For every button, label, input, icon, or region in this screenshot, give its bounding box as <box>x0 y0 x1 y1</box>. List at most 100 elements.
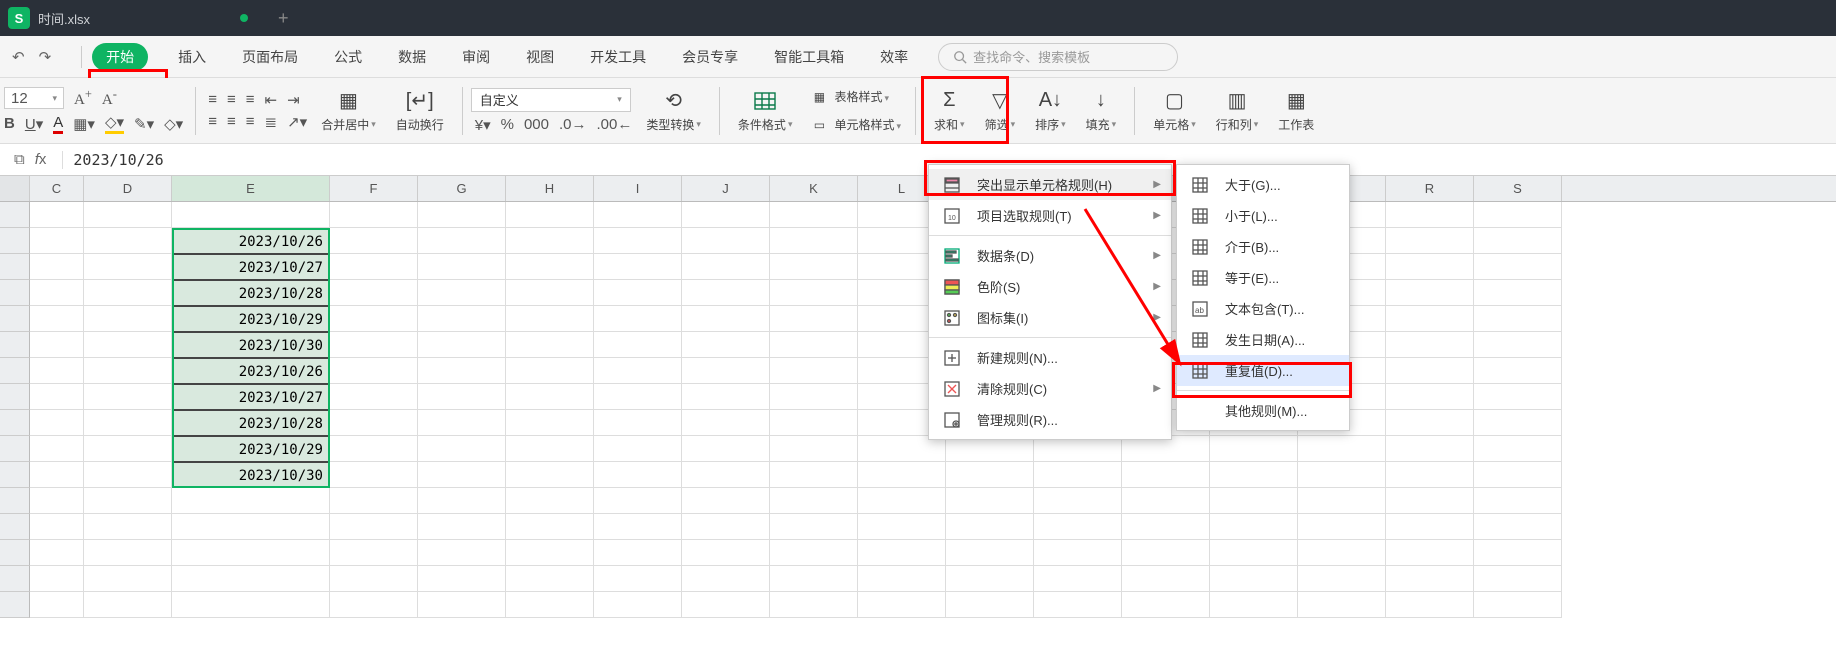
cell[interactable] <box>84 306 172 332</box>
cell[interactable] <box>506 488 594 514</box>
menu-tab-7[interactable]: 开发工具 <box>584 43 652 71</box>
row-header[interactable] <box>0 514 30 540</box>
column-header[interactable]: E <box>172 176 330 201</box>
cell[interactable] <box>1474 202 1562 228</box>
cell[interactable] <box>594 254 682 280</box>
row-header[interactable] <box>0 592 30 618</box>
column-header[interactable]: H <box>506 176 594 201</box>
row-header[interactable] <box>0 540 30 566</box>
menu-tab-1[interactable]: 插入 <box>172 43 212 71</box>
cell[interactable] <box>418 306 506 332</box>
cell[interactable] <box>1474 332 1562 358</box>
cell[interactable] <box>770 228 858 254</box>
insert-chart-icon[interactable]: ⧉ <box>14 151 25 168</box>
cell[interactable] <box>770 254 858 280</box>
cell[interactable] <box>1474 514 1562 540</box>
cell[interactable] <box>172 566 330 592</box>
row-header[interactable] <box>0 306 30 332</box>
cell[interactable] <box>594 436 682 462</box>
cell[interactable] <box>330 384 418 410</box>
cell[interactable] <box>330 358 418 384</box>
new-tab-button[interactable]: + <box>278 8 289 29</box>
cell[interactable] <box>418 436 506 462</box>
cell[interactable] <box>1386 566 1474 592</box>
column-header[interactable]: G <box>418 176 506 201</box>
table-style-button[interactable]: ▦表格样式 <box>808 84 901 110</box>
cell[interactable] <box>30 436 84 462</box>
cell[interactable]: 2023/10/29 <box>172 306 330 332</box>
cell[interactable] <box>1386 384 1474 410</box>
cell[interactable] <box>770 566 858 592</box>
cell[interactable] <box>506 514 594 540</box>
cell[interactable] <box>330 540 418 566</box>
cell[interactable] <box>418 566 506 592</box>
undo-button[interactable]: ↶ <box>12 48 25 66</box>
menu-tab-4[interactable]: 数据 <box>392 43 432 71</box>
percent-icon[interactable]: % <box>501 116 514 133</box>
cell[interactable] <box>682 436 770 462</box>
cell[interactable] <box>682 280 770 306</box>
cell[interactable] <box>858 592 946 618</box>
cell[interactable] <box>1386 254 1474 280</box>
cell[interactable] <box>506 358 594 384</box>
align-bottom-icon[interactable]: ≡ <box>246 91 255 108</box>
cell[interactable] <box>84 488 172 514</box>
align-left-icon[interactable]: ≡ <box>208 113 217 130</box>
row-header[interactable] <box>0 332 30 358</box>
cell[interactable] <box>770 306 858 332</box>
menu-tab-3[interactable]: 公式 <box>328 43 368 71</box>
cell[interactable] <box>506 280 594 306</box>
cell[interactable] <box>418 332 506 358</box>
cell[interactable] <box>1210 488 1298 514</box>
row-header[interactable] <box>0 384 30 410</box>
cell[interactable] <box>1386 280 1474 306</box>
cell[interactable] <box>770 592 858 618</box>
column-header[interactable]: R <box>1386 176 1474 201</box>
cell[interactable] <box>594 592 682 618</box>
worksheet-button[interactable]: ▦工作表 <box>1268 78 1324 143</box>
row-header[interactable] <box>0 280 30 306</box>
row-header[interactable] <box>0 254 30 280</box>
rowcol-button[interactable]: ▥行和列 <box>1206 78 1269 143</box>
fx-icon[interactable]: fx <box>35 151 47 168</box>
cell[interactable] <box>594 202 682 228</box>
font-size-input[interactable]: 12▾ <box>4 87 64 109</box>
row-header[interactable] <box>0 488 30 514</box>
cell[interactable] <box>418 592 506 618</box>
cell[interactable] <box>84 358 172 384</box>
align-center-icon[interactable]: ≡ <box>227 113 236 130</box>
cell[interactable] <box>172 514 330 540</box>
menu-item[interactable]: 大于(G)... <box>1177 169 1349 200</box>
cell[interactable] <box>1122 566 1210 592</box>
cell[interactable] <box>770 280 858 306</box>
indent-decrease-icon[interactable]: ⇤ <box>265 91 278 109</box>
cell[interactable]: 2023/10/27 <box>172 254 330 280</box>
cell[interactable] <box>30 254 84 280</box>
sort-button[interactable]: A↓排序 <box>1025 78 1076 143</box>
cell[interactable] <box>946 566 1034 592</box>
cell[interactable]: 2023/10/28 <box>172 280 330 306</box>
fill-button[interactable]: ↓填充 <box>1076 78 1127 143</box>
cell[interactable] <box>30 306 84 332</box>
cell[interactable] <box>418 384 506 410</box>
cell[interactable] <box>946 540 1034 566</box>
cell[interactable] <box>172 592 330 618</box>
cell[interactable] <box>1386 228 1474 254</box>
cell[interactable] <box>1474 306 1562 332</box>
cell[interactable] <box>1210 592 1298 618</box>
cell[interactable] <box>1210 514 1298 540</box>
cell[interactable] <box>506 202 594 228</box>
cell[interactable] <box>770 202 858 228</box>
menu-item[interactable]: 其他规则(M)... <box>1177 395 1349 426</box>
cell[interactable] <box>30 592 84 618</box>
cell[interactable] <box>682 488 770 514</box>
cell[interactable] <box>418 358 506 384</box>
row-header[interactable] <box>0 436 30 462</box>
cell[interactable] <box>594 488 682 514</box>
menu-item[interactable]: 清除规则(C)▶ <box>929 373 1171 404</box>
cell[interactable] <box>1386 436 1474 462</box>
type-convert-button[interactable]: ⟲ 类型转换 <box>636 78 711 143</box>
cell[interactable]: 2023/10/29 <box>172 436 330 462</box>
cell[interactable] <box>770 462 858 488</box>
cell[interactable] <box>84 462 172 488</box>
